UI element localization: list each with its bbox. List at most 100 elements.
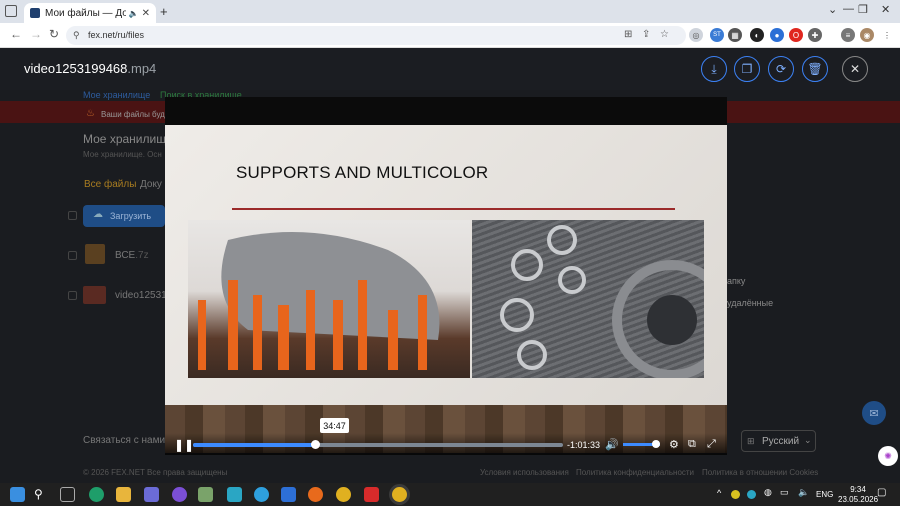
file-name[interactable]: video12531	[115, 290, 167, 301]
chrome-icon[interactable]	[336, 487, 351, 502]
close-window-button[interactable]: ✕	[881, 3, 890, 16]
extension-icon[interactable]: ◎	[689, 28, 703, 42]
clock-date: 23.05.2026	[838, 495, 879, 504]
footer-link-privacy[interactable]: Политика конфиденциальности	[576, 468, 694, 477]
language-label: Русский	[762, 436, 800, 447]
video-thumbnail	[83, 286, 106, 304]
maximize-button[interactable]: ❐	[858, 3, 868, 16]
assistant-widget-icon[interactable]: ✺	[878, 446, 898, 466]
new-tab-button[interactable]: +	[160, 4, 168, 19]
multicolor-print-photo	[472, 220, 704, 378]
edge-icon[interactable]	[89, 487, 104, 502]
volume-icon[interactable]: 🔊	[605, 438, 619, 451]
url-text: fex.net/ru/files	[88, 30, 145, 40]
mail-icon[interactable]: ✉	[862, 401, 886, 425]
sidebar-item-deleted[interactable]: удалённые	[727, 298, 773, 308]
supports-print-photo	[188, 220, 470, 378]
download-button[interactable]: ⤓	[701, 56, 727, 82]
breadcrumb-storage[interactable]: Мое хранилище	[83, 90, 150, 100]
close-icon: ✕	[849, 62, 861, 76]
delete-button[interactable]: 🗑	[802, 56, 828, 82]
contact-us-link[interactable]: Связаться с нами	[83, 435, 165, 446]
tray-app-icon[interactable]	[747, 490, 756, 499]
browser-tab[interactable]: Мои файлы — Доступ к об 🔈 ✕	[24, 3, 156, 23]
fullscreen-icon[interactable]: ⤢	[707, 438, 716, 451]
network-icon[interactable]: ▭	[780, 487, 789, 498]
slide-title: SUPPORTS AND MULTICOLOR	[236, 163, 489, 182]
viber-icon[interactable]	[172, 487, 187, 502]
settings-gear-icon[interactable]: ⚙	[669, 438, 679, 451]
chrome-active-icon[interactable]	[392, 487, 407, 502]
tray-app-icon[interactable]	[731, 490, 740, 499]
search-icon[interactable]: ⚲	[34, 487, 49, 502]
row-checkbox[interactable]	[68, 251, 77, 260]
trash-icon: 🗑	[807, 62, 823, 76]
select-all-checkbox[interactable]	[68, 211, 77, 220]
extension-icon[interactable]: ●	[770, 28, 784, 42]
copy-button[interactable]: ❐	[734, 56, 760, 82]
extension-st-icon[interactable]: ST	[710, 28, 724, 42]
minimize-button[interactable]: —	[843, 3, 854, 15]
windows-taskbar: ⚲ ^ ◍ ▭ 🔈 ▢	[0, 483, 900, 506]
archive-file-icon	[85, 244, 105, 264]
download-icon: ⤓	[711, 61, 717, 76]
opera-extension-icon[interactable]: O	[789, 28, 803, 42]
share-button[interactable]: ⟳	[768, 56, 794, 82]
seek-bar[interactable]	[193, 443, 563, 447]
address-bar[interactable]: ⚲ fex.net/ru/files ⊞ ⇪ ☆	[66, 26, 686, 45]
input-language[interactable]: ENG	[816, 490, 833, 499]
speaker-icon[interactable]: 🔈	[798, 487, 809, 498]
sidebar-item-folder[interactable]: апку	[727, 276, 745, 286]
row-checkbox[interactable]	[68, 291, 77, 300]
footer-link-cookies[interactable]: Политика в отношении Cookies	[702, 468, 818, 477]
back-icon[interactable]: ←	[10, 27, 22, 41]
site-info-icon[interactable]: ⚲	[73, 30, 80, 41]
language-select[interactable]: ⊞ Русский ⌄	[741, 430, 816, 452]
acrobat-icon[interactable]	[364, 487, 379, 502]
tab-documents[interactable]: Доку	[140, 179, 162, 190]
notifications-icon[interactable]: ▢	[877, 487, 886, 498]
word-icon[interactable]	[281, 487, 296, 502]
notice-text: Ваши файлы буду	[101, 110, 169, 119]
tab-actions-icon[interactable]	[5, 5, 17, 17]
firefox-icon[interactable]	[308, 487, 323, 502]
pause-icon[interactable]: ❚❚	[174, 438, 194, 452]
upload-button[interactable]: ☁ Загрузить	[83, 205, 165, 227]
app-icon[interactable]	[227, 487, 242, 502]
share-icon[interactable]: ⇪	[642, 29, 650, 40]
reload-icon[interactable]: ↻	[49, 27, 59, 41]
close-tab-icon[interactable]: ✕	[142, 8, 150, 19]
extensions-puzzle-icon[interactable]: ✚	[808, 28, 822, 42]
app-icon[interactable]	[198, 487, 213, 502]
tab-search-icon[interactable]: ⌄	[828, 3, 837, 16]
file-explorer-icon[interactable]	[116, 487, 131, 502]
slide-divider	[232, 208, 675, 210]
taskbar-clock[interactable]: 9:34 23.05.2026	[838, 485, 878, 505]
tab-all-files[interactable]: Все файлы	[84, 179, 136, 190]
telegram-icon[interactable]	[254, 487, 269, 502]
extension-icon[interactable]: ▦	[728, 28, 742, 42]
task-view-icon[interactable]	[60, 487, 75, 502]
menu-icon[interactable]: ⋮	[880, 28, 894, 42]
popout-icon[interactable]: ⧉	[688, 438, 696, 451]
file-name[interactable]: ВСЕ.7z	[115, 250, 149, 261]
copy-icon: ❐	[741, 62, 753, 76]
page-subtitle: Мое хранилище. Осн	[83, 150, 162, 159]
share-icon: ⟳	[775, 62, 787, 76]
windows-start-icon[interactable]	[10, 487, 25, 502]
forward-icon[interactable]: →	[30, 27, 42, 41]
bookmark-star-icon[interactable]: ☆	[660, 29, 669, 40]
translate-icon[interactable]: ⊞	[624, 29, 632, 40]
fire-icon: ♨	[86, 108, 95, 119]
footer-link-terms[interactable]: Условия использования	[480, 468, 569, 477]
chevron-down-icon: ⌄	[804, 435, 812, 445]
reading-list-icon[interactable]: ≡	[841, 28, 855, 42]
tray-chevron-icon[interactable]: ^	[717, 488, 721, 498]
close-viewer-button[interactable]: ✕	[842, 56, 868, 82]
language-icon: ⊞	[747, 436, 755, 446]
extension-icon[interactable]: ◐	[750, 28, 764, 42]
tray-app-icon[interactable]: ◍	[764, 487, 772, 498]
fex-favicon-icon	[30, 8, 40, 18]
store-icon[interactable]	[144, 487, 159, 502]
profile-avatar[interactable]: ◉	[860, 28, 874, 42]
